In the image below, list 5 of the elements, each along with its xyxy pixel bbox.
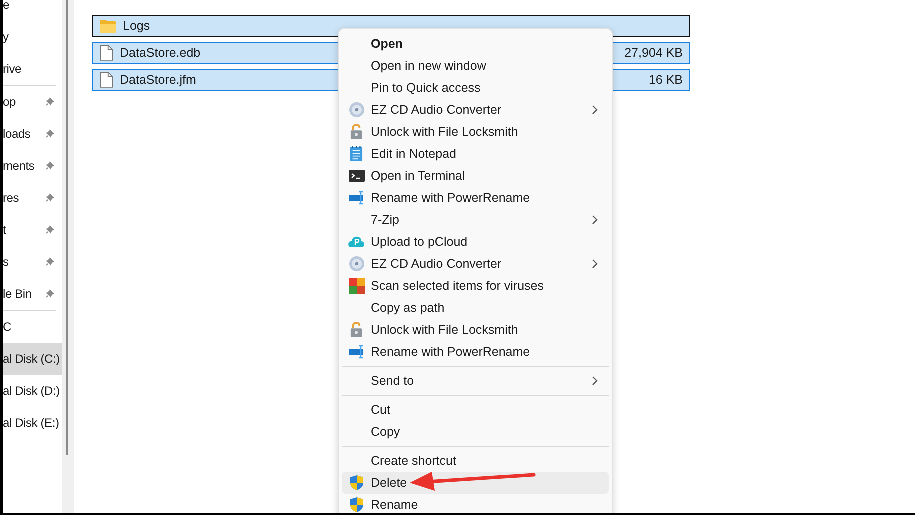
file-name: DataStore.jfm	[120, 73, 196, 87]
file-name: Logs	[123, 19, 150, 33]
file-size: 16 KB	[648, 73, 683, 87]
file-size: 27,904 KB	[624, 46, 683, 60]
file-name: DataStore.edb	[120, 46, 201, 60]
